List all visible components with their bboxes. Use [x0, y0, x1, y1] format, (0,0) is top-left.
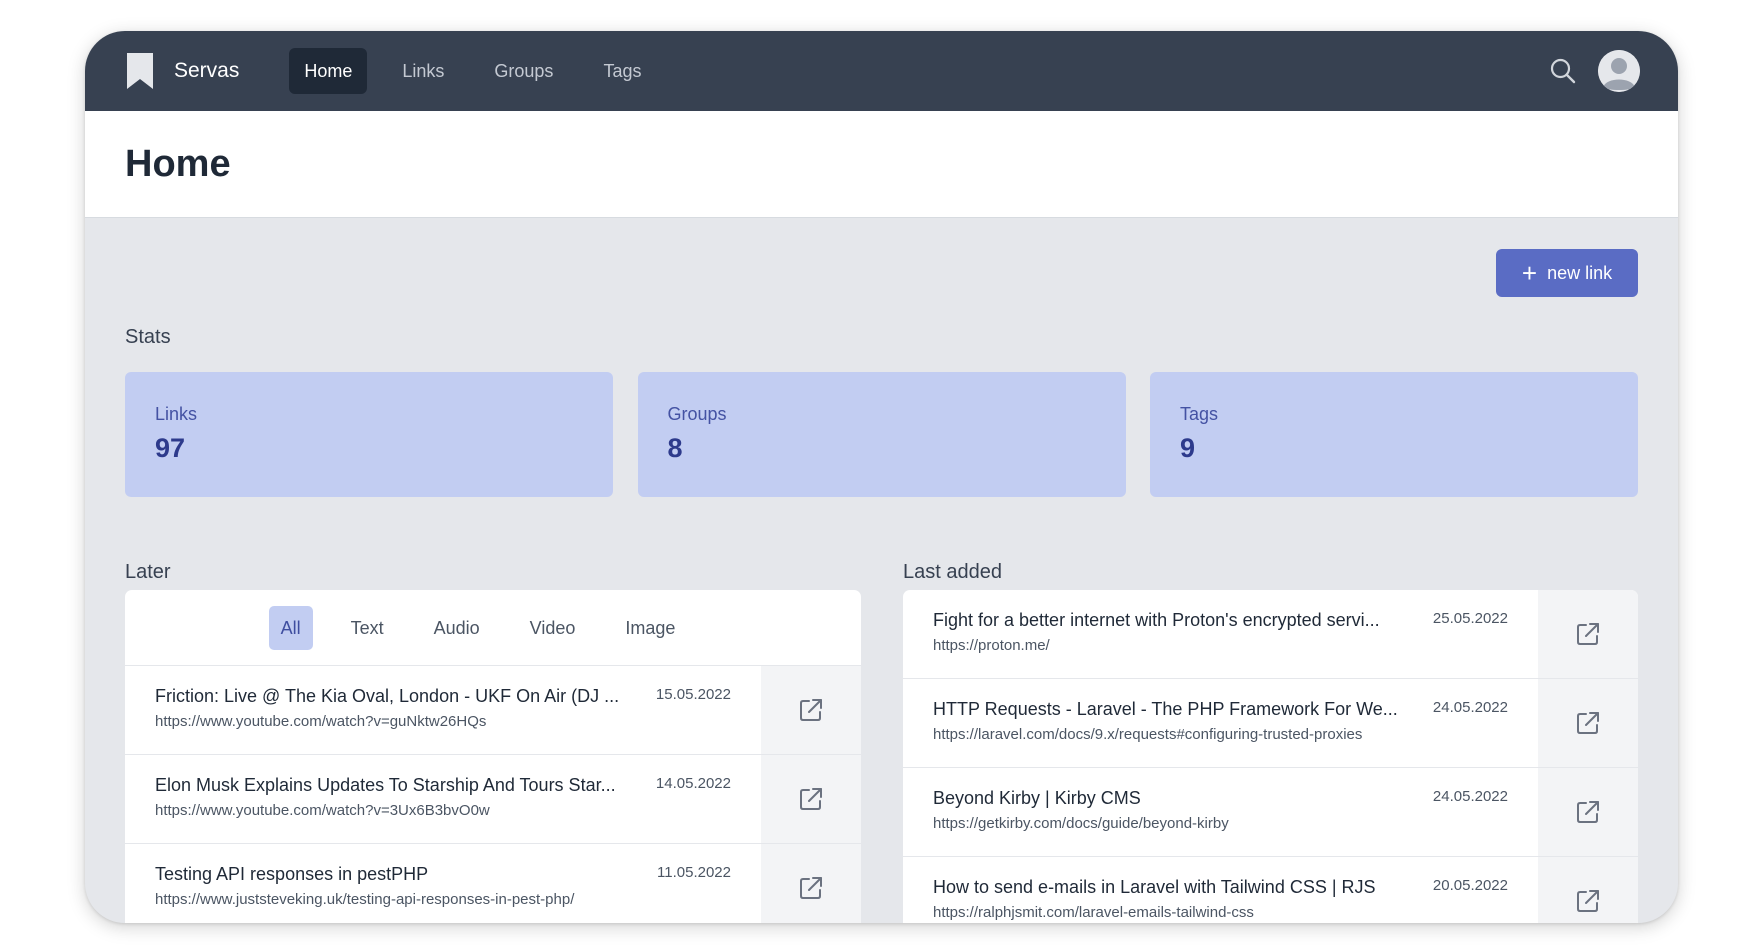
link-date: 15.05.2022 [655, 686, 731, 703]
app-window: Servas Home Links Groups Tags Home + new… [85, 31, 1678, 923]
link-date: 14.05.2022 [655, 775, 731, 792]
link-title: How to send e-mails in Laravel with Tail… [933, 877, 1376, 897]
link-title: Beyond Kirby | Kirby CMS [933, 788, 1141, 808]
open-link-button[interactable] [761, 844, 861, 923]
list-item: Beyond Kirby | Kirby CMS https://getkirb… [903, 768, 1638, 857]
link-url: https://www.juststeveking.uk/testing-api… [155, 891, 575, 908]
external-link-icon [1577, 712, 1599, 734]
link-title: HTTP Requests - Laravel - The PHP Framew… [933, 699, 1398, 719]
filter-image[interactable]: Image [613, 606, 687, 650]
list-item: How to send e-mails in Laravel with Tail… [903, 857, 1638, 923]
link-entry[interactable]: Elon Musk Explains Updates To Starship A… [125, 755, 761, 843]
open-link-button[interactable] [1538, 679, 1638, 767]
stat-label: Tags [1180, 404, 1219, 424]
later-heading: Later [125, 561, 171, 583]
open-link-button[interactable] [1538, 857, 1638, 923]
stat-card-groups[interactable]: Groups 8 [637, 372, 1126, 497]
nav-right [1548, 31, 1640, 111]
nav-link-links[interactable]: Links [387, 48, 459, 94]
search-icon[interactable] [1548, 56, 1578, 86]
filter-all[interactable]: All [268, 605, 313, 650]
link-title: Testing API responses in pestPHP [155, 864, 429, 884]
list-item: Fight for a better internet with Proton'… [903, 590, 1638, 679]
link-title: Friction: Live @ The Kia Oval, London - … [155, 686, 620, 706]
link-url: https://www.youtube.com/watch?v=guNktw26… [155, 713, 487, 730]
external-link-icon [800, 699, 822, 721]
link-date: 24.05.2022 [1432, 699, 1508, 716]
list-item: Testing API responses in pestPHP https:/… [125, 844, 861, 923]
link-entry[interactable]: Friction: Live @ The Kia Oval, London - … [125, 666, 761, 754]
brand-name: Servas [174, 59, 240, 82]
link-url: https://www.youtube.com/watch?v=3Ux6B3bv… [155, 802, 490, 819]
link-entry[interactable]: HTTP Requests - Laravel - The PHP Framew… [903, 679, 1538, 767]
stat-card-links[interactable]: Links 97 [125, 372, 613, 497]
stat-card-tags[interactable]: Tags 9 [1150, 372, 1638, 497]
link-entry[interactable]: Testing API responses in pestPHP https:/… [125, 844, 761, 923]
list-item: Friction: Live @ The Kia Oval, London - … [125, 666, 861, 755]
brand[interactable]: Servas [125, 51, 239, 91]
stats-cards: Links 97 Groups 8 Tags 9 [125, 372, 1638, 497]
stat-label: Groups [667, 404, 727, 424]
filter-audio[interactable]: Audio [422, 606, 492, 650]
stat-value: 8 [667, 433, 683, 463]
open-link-button[interactable] [1538, 590, 1638, 678]
external-link-icon [1577, 890, 1599, 912]
open-link-button[interactable] [761, 666, 861, 754]
nav-link-tags[interactable]: Tags [588, 48, 656, 94]
media-filter-bar: All Text Audio Video Image [125, 590, 861, 666]
open-link-button[interactable] [1538, 768, 1638, 856]
top-navigation: Servas Home Links Groups Tags [85, 31, 1678, 111]
new-link-label: new link [1547, 262, 1613, 283]
link-url: https://laravel.com/docs/9.x/requests#co… [933, 726, 1363, 743]
page-title: Home [125, 142, 231, 185]
bookmark-icon [127, 53, 153, 89]
link-title: Fight for a better internet with Proton'… [933, 610, 1380, 630]
link-url: https://proton.me/ [933, 637, 1050, 654]
nav-links: Home Links Groups Tags [289, 48, 676, 94]
open-link-button[interactable] [761, 755, 861, 843]
link-entry[interactable]: Fight for a better internet with Proton'… [903, 590, 1538, 678]
filter-video[interactable]: Video [518, 606, 588, 650]
stats-heading: Stats [125, 326, 171, 348]
link-url: https://ralphjsmit.com/laravel-emails-ta… [933, 904, 1254, 921]
new-link-button[interactable]: + new link [1496, 249, 1638, 297]
user-avatar[interactable] [1598, 50, 1640, 92]
stat-value: 97 [155, 433, 186, 463]
nav-link-groups[interactable]: Groups [479, 48, 568, 94]
link-entry[interactable]: Beyond Kirby | Kirby CMS https://getkirb… [903, 768, 1538, 856]
link-url: https://getkirby.com/docs/guide/beyond-k… [933, 815, 1229, 832]
link-entry[interactable]: How to send e-mails in Laravel with Tail… [903, 857, 1538, 923]
external-link-icon [800, 877, 822, 899]
stat-value: 9 [1180, 433, 1196, 463]
link-date: 11.05.2022 [657, 864, 731, 881]
list-item: HTTP Requests - Laravel - The PHP Framew… [903, 679, 1638, 768]
last-added-heading: Last added [903, 561, 1002, 583]
stat-label: Links [155, 404, 198, 424]
plus-icon: + [1521, 258, 1538, 288]
link-title: Elon Musk Explains Updates To Starship A… [155, 775, 616, 795]
external-link-icon [1577, 623, 1599, 645]
filter-text[interactable]: Text [339, 606, 396, 650]
external-link-icon [800, 788, 822, 810]
list-item: Elon Musk Explains Updates To Starship A… [125, 755, 861, 844]
external-link-icon [1577, 801, 1599, 823]
page-header: Home [85, 111, 1678, 218]
last-added-panel: Fight for a better internet with Proton'… [903, 590, 1638, 923]
later-panel: All Text Audio Video Image Friction: Liv… [125, 590, 861, 923]
link-date: 24.05.2022 [1432, 788, 1508, 805]
nav-link-home[interactable]: Home [289, 48, 368, 94]
user-avatar-icon [1598, 50, 1640, 92]
link-date: 25.05.2022 [1432, 610, 1508, 627]
link-date: 20.05.2022 [1432, 877, 1508, 894]
